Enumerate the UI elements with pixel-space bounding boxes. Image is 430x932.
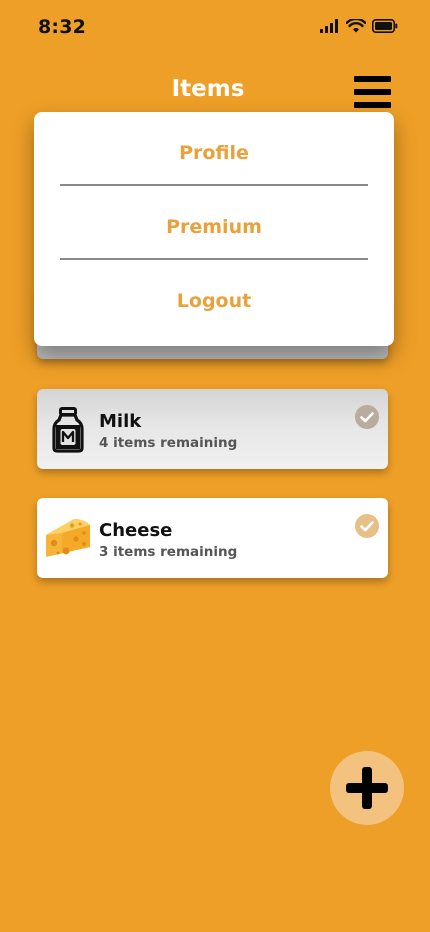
status-icons [320, 19, 398, 33]
item-remaining: 3 items remaining [99, 544, 238, 560]
milk-bottle-icon [52, 407, 84, 453]
battery-icon [372, 19, 398, 33]
menu-item-profile[interactable]: Profile [34, 112, 394, 186]
menu-item-label: Profile [179, 142, 249, 164]
checkmark-icon[interactable] [355, 514, 379, 538]
item-remaining: 4 items remaining [99, 435, 238, 451]
list-item-milk[interactable]: Milk 4 items remaining [37, 389, 388, 469]
menu-item-premium[interactable]: Premium [34, 186, 394, 260]
dropdown-menu: Profile Premium Logout [34, 112, 394, 346]
hamburger-menu-button[interactable] [352, 75, 394, 109]
menu-item-label: Logout [176, 290, 252, 312]
cheese-icon [46, 519, 90, 557]
item-name: Milk [99, 411, 142, 432]
wifi-icon [346, 19, 366, 33]
cellular-signal-icon [320, 19, 338, 33]
status-bar: 8:32 [0, 0, 430, 60]
list-item-cheese[interactable]: Cheese 3 items remaining [37, 498, 388, 578]
menu-item-logout[interactable]: Logout [34, 260, 394, 334]
plus-icon [346, 767, 388, 809]
menu-bar-top [354, 76, 391, 82]
menu-bar-middle [354, 89, 391, 95]
status-time: 8:32 [38, 16, 87, 38]
menu-bar-bottom [354, 102, 391, 108]
add-item-button[interactable] [330, 751, 404, 825]
item-name: Cheese [99, 520, 173, 541]
menu-item-label: Premium [166, 216, 262, 238]
checkmark-icon[interactable] [355, 405, 379, 429]
